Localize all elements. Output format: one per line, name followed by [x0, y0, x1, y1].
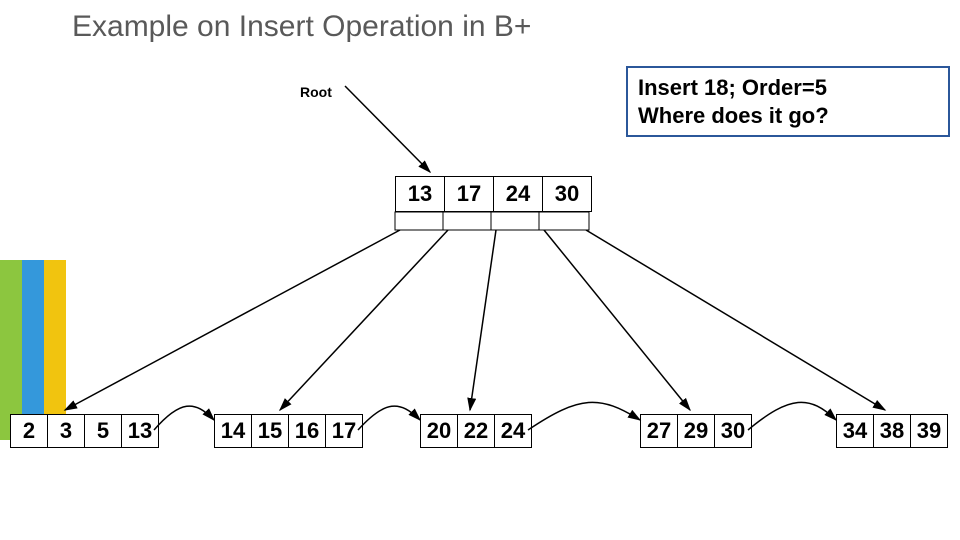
insert-callout: Insert 18; Order=5 Where does it go?: [626, 66, 950, 137]
leaf-node-0: 2 3 5 13: [10, 414, 159, 448]
leaf-0-key-3: 13: [121, 415, 158, 447]
callout-line-2: Where does it go?: [638, 103, 829, 128]
leaf-4-key-0: 34: [837, 415, 873, 447]
leaf-0-key-2: 5: [84, 415, 121, 447]
root-label: Root: [300, 84, 332, 100]
leaf-3-key-0: 27: [641, 415, 677, 447]
leaf-4-key-1: 38: [873, 415, 910, 447]
leaf-node-1: 14 15 16 17: [214, 414, 363, 448]
leaf-node-2: 20 22 24: [420, 414, 532, 448]
leaf-4-key-2: 39: [910, 415, 947, 447]
leaf-node-4: 34 38 39: [836, 414, 948, 448]
root-key-3: 30: [542, 177, 591, 211]
leaf-1-key-1: 15: [251, 415, 288, 447]
leaf-2-key-0: 20: [421, 415, 457, 447]
callout-line-1: Insert 18; Order=5: [638, 75, 827, 100]
root-key-2: 24: [493, 177, 542, 211]
leaf-1-key-3: 17: [325, 415, 362, 447]
leaf-3-key-2: 30: [714, 415, 751, 447]
decor-stripe-gold: [44, 260, 66, 440]
leaf-node-3: 27 29 30: [640, 414, 752, 448]
leaf-0-key-0: 2: [11, 415, 47, 447]
leaf-1-key-2: 16: [288, 415, 325, 447]
leaf-3-key-1: 29: [677, 415, 714, 447]
root-node: 13 17 24 30: [395, 176, 592, 212]
decor-stripe-blue: [22, 260, 44, 440]
leaf-2-key-2: 24: [494, 415, 531, 447]
slide-title: Example on Insert Operation in B+: [72, 10, 531, 44]
leaf-1-key-0: 14: [215, 415, 251, 447]
leaf-2-key-1: 22: [457, 415, 494, 447]
root-key-0: 13: [396, 177, 444, 211]
root-key-1: 17: [444, 177, 493, 211]
decor-stripe-green: [0, 260, 22, 440]
leaf-0-key-1: 3: [47, 415, 84, 447]
